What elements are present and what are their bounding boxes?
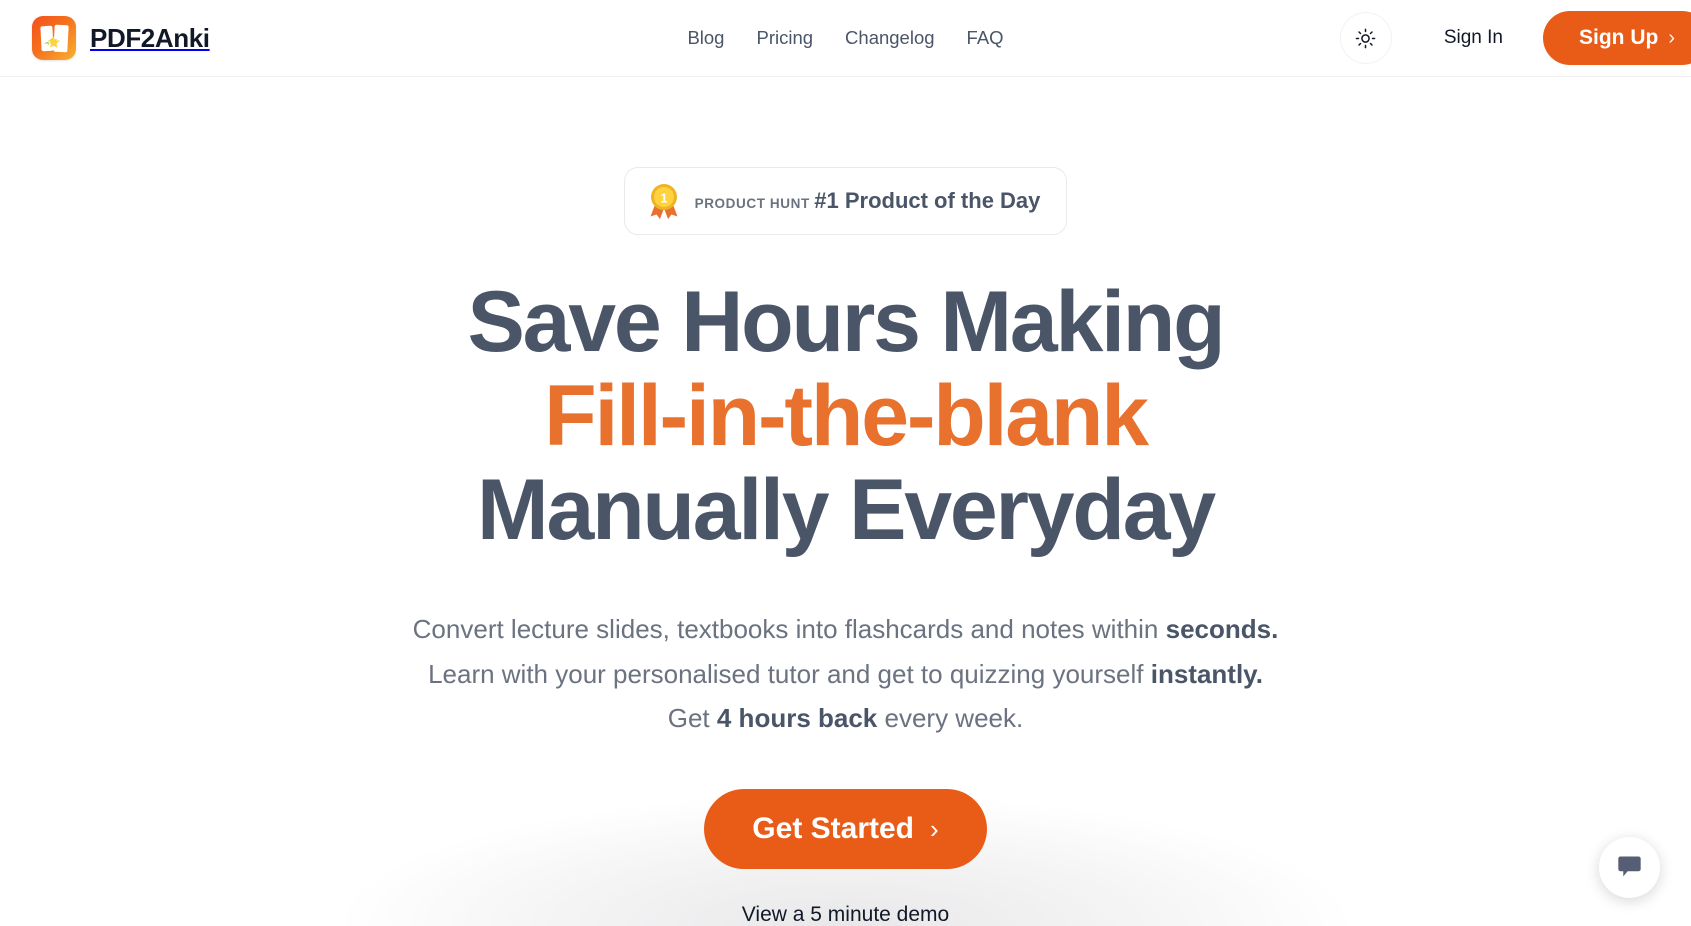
subheading-line-1-text: Convert lecture slides, textbooks into f… <box>412 614 1166 644</box>
headline-line-2: Fill-in-the-blank <box>544 368 1149 464</box>
hero-section: 1 PRODUCT HUNT #1 Product of the Day Sav… <box>0 77 1691 926</box>
site-header: PDF2Anki Blog Pricing Changelog FAQ Sign… <box>0 0 1691 77</box>
logo-spark-icon <box>43 36 60 48</box>
nav-item-changelog[interactable]: Changelog <box>845 27 935 49</box>
theme-toggle-button[interactable] <box>1339 12 1392 64</box>
sign-in-link[interactable]: Sign In <box>1444 27 1503 49</box>
subheading-line-3-text-a: Get <box>667 703 717 734</box>
get-started-button[interactable]: Get Started › <box>704 789 987 870</box>
subheading-line-2: Learn with your personalised tutor and g… <box>413 652 1279 697</box>
svg-text:1: 1 <box>660 191 667 206</box>
subheading-line-2-emphasis: instantly. <box>1150 658 1263 689</box>
subheading-line-1: Convert lecture slides, textbooks into f… <box>413 607 1279 652</box>
page-title: Save Hours Making Fill-in-the-blank Manu… <box>467 274 1226 558</box>
subheading-line-3-text-b: every week. <box>877 703 1024 734</box>
get-started-label: Get Started <box>752 812 915 846</box>
subheading-line-3: Get 4 hours back every week. <box>413 696 1279 741</box>
headline-line-1: Save Hours Making <box>467 274 1226 370</box>
brand-name: PDF2Anki <box>90 22 210 53</box>
chat-widget-button[interactable] <box>1599 837 1660 898</box>
sign-up-button[interactable]: Sign Up › <box>1543 11 1691 65</box>
product-hunt-badge-text: PRODUCT HUNT #1 Product of the Day <box>695 187 1041 216</box>
headline-line-3: Manually Everyday <box>477 462 1216 558</box>
nav-item-pricing[interactable]: Pricing <box>756 27 813 49</box>
brand-logo-link[interactable]: PDF2Anki <box>32 16 210 60</box>
nav-item-blog[interactable]: Blog <box>687 27 724 49</box>
subheading-line-2-text: Learn with your personalised tutor and g… <box>428 658 1151 689</box>
chevron-right-icon: › <box>1668 27 1675 49</box>
sign-up-label: Sign Up <box>1579 26 1659 49</box>
header-actions: Sign In Sign Up › <box>1339 11 1691 65</box>
hero-subheading: Convert lecture slides, textbooks into f… <box>413 607 1279 741</box>
chat-bubble-icon <box>1618 856 1641 877</box>
product-hunt-title: #1 Product of the Day <box>814 187 1041 213</box>
nav-item-faq[interactable]: FAQ <box>967 27 1004 49</box>
chevron-right-icon: › <box>930 814 939 845</box>
gold-medal-icon: 1 <box>650 184 678 219</box>
product-hunt-eyebrow: PRODUCT HUNT <box>694 195 810 211</box>
view-demo-link[interactable]: View a 5 minute demo <box>742 903 949 926</box>
pdf2anki-logo-icon <box>32 16 76 60</box>
product-hunt-badge[interactable]: 1 PRODUCT HUNT #1 Product of the Day <box>623 167 1068 235</box>
main-navigation: Blog Pricing Changelog FAQ <box>687 27 1003 49</box>
sun-icon <box>1356 28 1376 48</box>
subheading-line-1-emphasis: seconds. <box>1165 614 1279 644</box>
subheading-line-3-emphasis: 4 hours back <box>716 703 878 734</box>
